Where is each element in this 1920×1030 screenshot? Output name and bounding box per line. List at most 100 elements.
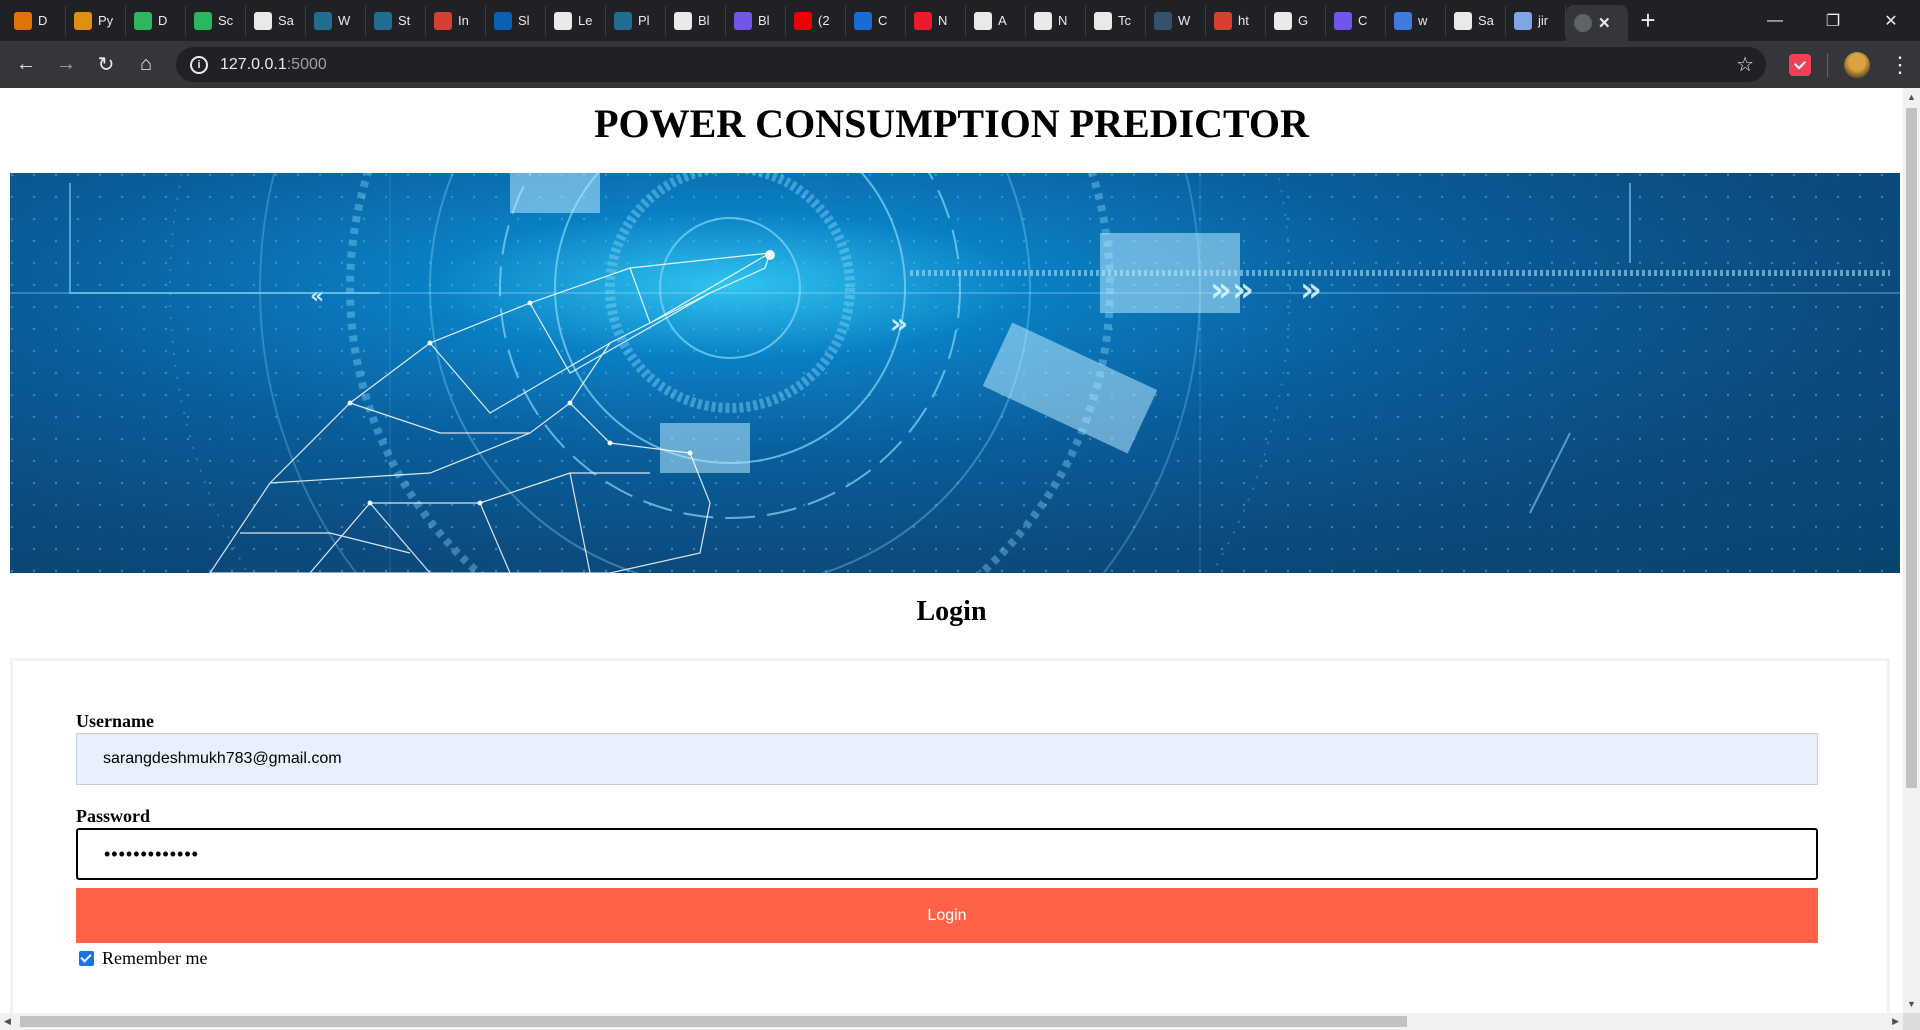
hackerrank-icon [134, 11, 152, 30]
window-controls: — ❐ ✕ [1746, 0, 1920, 41]
github-icon [254, 11, 272, 30]
tab-title: (2 [818, 13, 830, 28]
horizontal-scroll-thumb[interactable] [20, 1016, 1407, 1027]
toolbar-separator [1827, 52, 1828, 77]
browser-tab[interactable]: Bl [726, 5, 786, 36]
scroll-right-icon[interactable]: ▶ [1892, 1016, 1899, 1027]
vertical-scrollbar[interactable]: ▲ ▼ [1903, 88, 1920, 1013]
back-button[interactable]: ← [6, 45, 46, 85]
tab-title: Py [98, 13, 114, 28]
youtube-icon [794, 11, 812, 30]
medium-icon [1094, 11, 1112, 30]
github-icon [1274, 11, 1292, 30]
browser-tab[interactable]: Sl [486, 5, 546, 36]
horizontal-scrollbar[interactable]: ◀ ▶ [0, 1013, 1903, 1030]
close-window-button[interactable]: ✕ [1862, 0, 1920, 41]
browser-tab[interactable]: Pl [606, 5, 666, 36]
scroll-up-icon[interactable]: ▲ [1907, 92, 1916, 102]
browser-tab[interactable]: (2 [786, 5, 846, 36]
scroll-down-icon[interactable]: ▼ [1907, 999, 1916, 1009]
browser-tab[interactable]: Tc [1086, 5, 1146, 36]
url-host: 127.0.0.1 [220, 55, 287, 73]
gmail-icon [434, 11, 452, 30]
password-input[interactable]: ••••••••••••• [76, 828, 1818, 880]
browser-tab[interactable]: In [426, 5, 486, 36]
tab-title: Sa [1478, 13, 1494, 28]
browser-tab[interactable]: Sa [1446, 5, 1506, 36]
browser-tab[interactable]: Sa [246, 5, 306, 36]
hackerrank-icon [194, 11, 212, 30]
browser-tab[interactable]: A [966, 5, 1026, 36]
tab-title: Sc [218, 13, 234, 28]
tab-title: W [338, 13, 351, 28]
browser-tab[interactable]: C [1326, 5, 1386, 36]
browser-tab[interactable]: Py [66, 5, 126, 36]
browser-tab[interactable]: G [1266, 5, 1326, 36]
vertical-scroll-thumb[interactable] [1906, 108, 1917, 788]
forward-button[interactable]: → [46, 45, 86, 85]
browser-tab[interactable]: C [846, 5, 906, 36]
c-logo-icon [1334, 11, 1352, 30]
github-icon [1454, 11, 1472, 30]
browser-tab[interactable]: St [366, 5, 426, 36]
minimize-button[interactable]: — [1746, 0, 1804, 41]
notebook-icon [74, 11, 92, 30]
remember-me-row: Remember me [79, 948, 207, 969]
browser-tab[interactable]: W [1146, 5, 1206, 36]
remember-me-checkbox[interactable] [79, 951, 94, 966]
browser-tab[interactable]: D [6, 5, 66, 36]
tab-title: ht [1238, 13, 1249, 28]
browser-toolbar: ← → ↻ ⌂ i 127.0.0.1:5000 ☆ ⋮ [0, 41, 1920, 88]
close-tab-icon[interactable]: ✕ [1598, 14, 1611, 32]
browser-tab[interactable]: w [1386, 5, 1446, 36]
browser-tab[interactable]: Sc [186, 5, 246, 36]
login-button[interactable]: Login [76, 888, 1818, 943]
toolbar-extensions: ⋮ [1779, 41, 1920, 88]
browser-tab[interactable]: jir [1506, 5, 1566, 36]
browser-tab[interactable]: Le [546, 5, 606, 36]
k-logo-icon [854, 11, 872, 30]
tech-hand-illustration: »» » « » [10, 173, 1900, 573]
pen-icon [554, 11, 572, 30]
address-bar[interactable]: i 127.0.0.1:5000 ☆ [176, 47, 1766, 82]
pocket-extension-icon[interactable] [1789, 53, 1811, 76]
amazon-icon [974, 11, 992, 30]
c-logo-icon [734, 11, 752, 30]
tab-title: In [458, 13, 469, 28]
browser-tab[interactable]: N [906, 5, 966, 36]
tab-title: N [938, 13, 948, 28]
profile-avatar[interactable] [1844, 51, 1870, 78]
tab-title: C [878, 13, 888, 28]
web-viewport: POWER CONSUMPTION PREDICTOR »» » « » Log… [0, 88, 1920, 1030]
scroll-left-icon[interactable]: ◀ [4, 1016, 11, 1027]
tds-icon [1154, 11, 1172, 30]
tab-title: D [158, 13, 168, 28]
browser-tab[interactable]: W [306, 5, 366, 36]
restore-button[interactable]: ❐ [1804, 0, 1862, 41]
browser-tab[interactable]: Bl [666, 5, 726, 36]
username-input[interactable]: sarangdeshmukh783@gmail.com [76, 733, 1818, 785]
home-button[interactable]: ⌂ [126, 45, 166, 85]
username-label: Username [76, 711, 154, 731]
tab-title: w [1418, 13, 1428, 28]
site-info-icon[interactable]: i [190, 55, 208, 74]
browser-menu-icon[interactable]: ⋮ [1880, 52, 1920, 78]
bookmark-star-icon[interactable]: ☆ [1736, 52, 1754, 77]
password-label: Password [76, 806, 151, 826]
wordpress-icon [614, 11, 632, 30]
amazon-icon [1034, 11, 1052, 30]
tab-title: W [1178, 13, 1191, 28]
browser-tab[interactable]: D [126, 5, 186, 36]
page-title: POWER CONSUMPTION PREDICTOR [594, 101, 1309, 146]
gmail-icon [1214, 11, 1232, 30]
tab-title: G [1298, 13, 1309, 28]
browser-tab[interactable]: ht [1206, 5, 1266, 36]
scrollbar-corner [1903, 1013, 1920, 1030]
reload-button[interactable]: ↻ [86, 45, 126, 85]
active-browser-tab[interactable]: ✕ [1566, 5, 1628, 41]
new-tab-button[interactable]: + [1628, 0, 1668, 41]
svg-text:»»: »» [1210, 270, 1254, 310]
browser-tab[interactable]: N [1026, 5, 1086, 36]
remember-me-label: Remember me [102, 948, 208, 968]
tab-strip: D Py D Sc Sa W St In Sl Le Pl Bl Bl (2 C N A N Tc Wht G Cw Sa j… [0, 0, 1920, 41]
